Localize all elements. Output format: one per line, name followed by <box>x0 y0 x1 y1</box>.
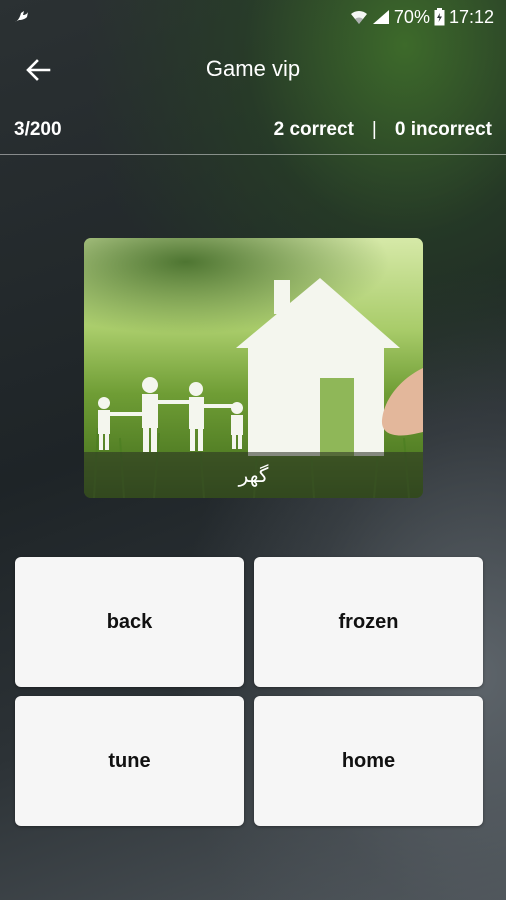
score-separator: | <box>371 119 377 140</box>
incorrect-count: 0 incorrect <box>394 119 492 140</box>
answer-option-home[interactable]: home <box>254 696 483 826</box>
notification-icon <box>15 11 28 22</box>
clock: 17:12 <box>448 6 494 27</box>
divider <box>0 154 506 155</box>
correct-count: 2 correct <box>273 119 354 140</box>
app-bar: Game vip <box>0 34 506 106</box>
status-right: 70% 17:12 <box>350 6 494 28</box>
answer-option-tune[interactable]: tune <box>15 696 244 826</box>
signal-icon <box>372 10 389 24</box>
wifi-icon <box>350 10 367 24</box>
battery-percent: 70% <box>393 6 430 27</box>
answer-option-back[interactable]: back <box>15 557 244 687</box>
score-stats: 2 correct | 0 incorrect <box>274 119 492 141</box>
battery-icon <box>434 8 445 26</box>
page-title: Game vip <box>205 56 301 81</box>
status-bar: 70% 17:12 <box>0 0 506 34</box>
question-image: گھر <box>84 238 423 498</box>
question-word: گھر <box>84 452 423 498</box>
answer-option-frozen[interactable]: frozen <box>254 557 483 687</box>
question-progress: 3/200 <box>14 119 62 140</box>
score-bar: 3/200 2 correct | 0 incorrect <box>0 106 506 154</box>
